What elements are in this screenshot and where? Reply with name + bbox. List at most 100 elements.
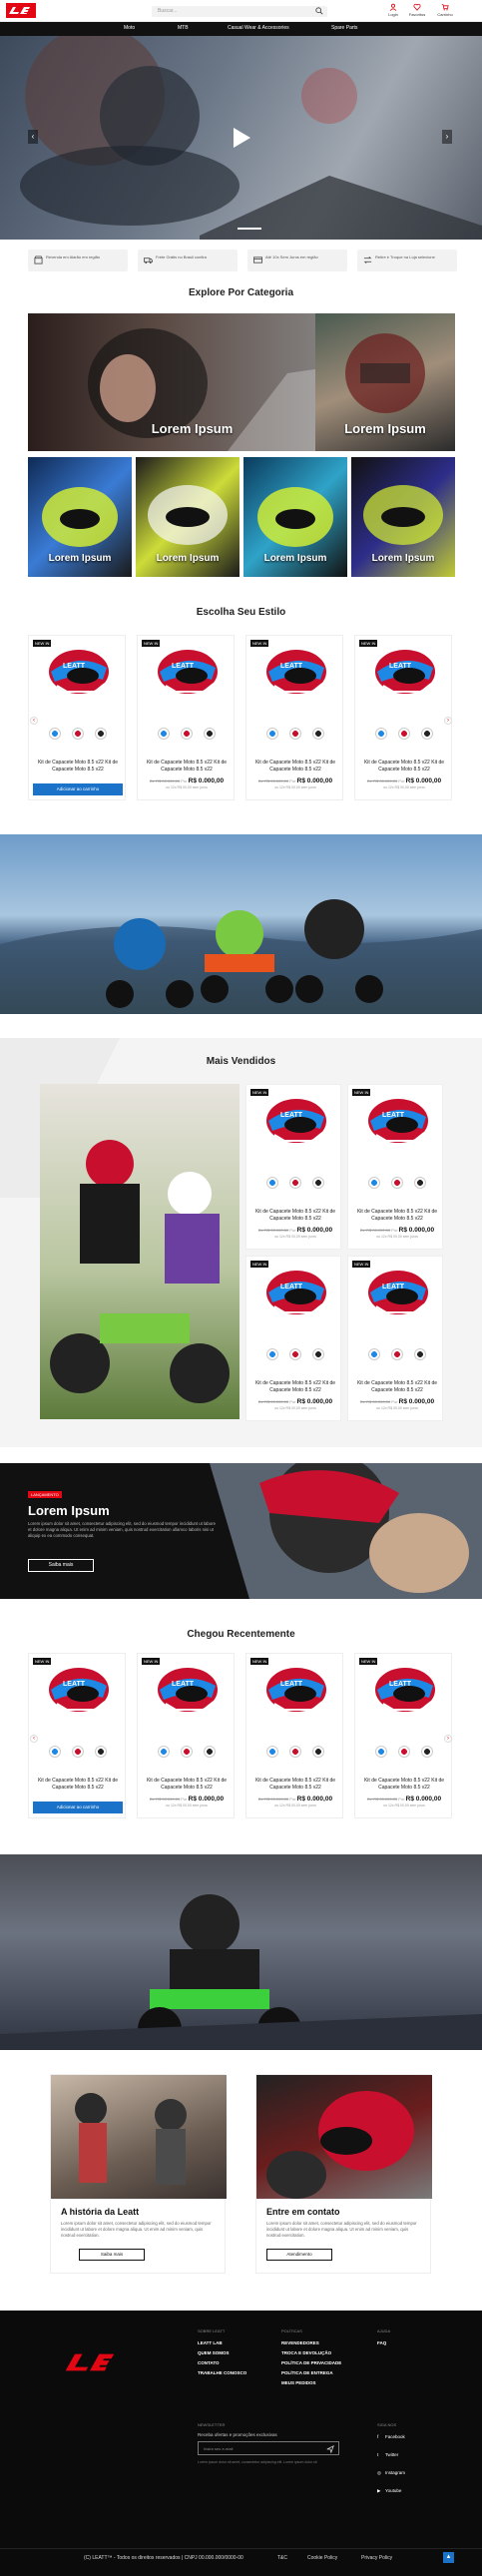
product-card[interactable]: NEW IN LEATT Kit de Capacete Moto 8.5 v2… [354,1653,452,1818]
cart-button[interactable]: Carrinho [435,3,455,17]
color-swatch[interactable] [204,1746,216,1758]
product-title[interactable]: Kit de Capacete Moto 8.5 v22 Kit de Capa… [359,1778,449,1792]
newsletter-email-input[interactable]: Insira seu e-mail [198,2441,339,2455]
hero-next-arrow[interactable]: › [442,130,452,144]
category-card-small[interactable]: Lorem Ipsum [28,457,132,577]
color-swatch[interactable] [398,728,410,740]
login-button[interactable]: Login [383,3,403,17]
color-swatch[interactable] [375,1746,387,1758]
product-title[interactable]: Kit de Capacete Moto 8.5 v22 Kit de Capa… [142,1778,232,1792]
product-card[interactable]: NEW IN LEATT Kit de Capacete Moto 8.5 v2… [28,635,126,800]
footer-link[interactable]: MEUS PEDIDOS [281,2380,316,2385]
footer-link[interactable]: POLÍTICA DE ENTREGA [281,2370,333,2375]
footer-bottom-link[interactable]: Cookie Policy [307,2555,337,2561]
color-swatch[interactable] [289,1746,301,1758]
color-swatch[interactable] [414,1348,426,1360]
carousel-prev-arrow[interactable]: ‹ [30,1735,38,1743]
product-card[interactable]: NEW IN LEATT Kit de Capacete Moto 8.5 v2… [245,1653,343,1818]
product-card[interactable]: NEW IN LEATT Kit de Capacete Moto 8.5 v2… [347,1084,443,1250]
leatt-logo[interactable] [6,3,36,18]
product-title[interactable]: Kit de Capacete Moto 8.5 v22 Kit de Capa… [250,1380,340,1394]
color-swatch[interactable] [414,1177,426,1189]
footer-link[interactable]: QUEM SOMOS [198,2350,230,2355]
color-swatch[interactable] [312,1177,324,1189]
product-title[interactable]: Kit de Capacete Moto 8.5 v22 Kit de Capa… [142,760,232,773]
social-link-instagram[interactable]: ◎ Instagram [377,2470,405,2476]
product-card[interactable]: NEW IN LEATT Kit de Capacete Moto 8.5 v2… [28,1653,126,1818]
color-swatch[interactable] [266,1348,278,1360]
color-swatch[interactable] [158,1746,170,1758]
carousel-prev-arrow[interactable]: ‹ [30,717,38,725]
color-swatch[interactable] [72,728,84,740]
send-icon[interactable] [326,2445,334,2453]
nav-item-mtb[interactable]: MTB [178,25,189,31]
color-swatch[interactable] [375,728,387,740]
color-swatch[interactable] [95,1746,107,1758]
footer-link[interactable]: CONTATO [198,2360,220,2365]
color-swatch[interactable] [289,1177,301,1189]
product-title[interactable]: Kit de Capacete Moto 8.5 v22 Kit de Capa… [250,1778,340,1792]
color-swatch[interactable] [398,1746,410,1758]
play-icon[interactable] [229,126,252,150]
product-title[interactable]: Kit de Capacete Moto 8.5 v22 Kit de Capa… [33,1778,123,1792]
color-swatch[interactable] [391,1348,403,1360]
footer-link[interactable]: LEATT LAB [198,2340,223,2345]
helmet-product-image[interactable]: LEATT [260,1095,330,1149]
social-link-facebook[interactable]: f Facebook [377,2434,405,2439]
nav-item-moto[interactable]: Moto [124,25,135,31]
product-title[interactable]: Kit de Capacete Moto 8.5 v22 Kit de Capa… [33,760,123,773]
favorites-button[interactable]: Favoritos [407,3,427,17]
promo-button[interactable]: Saiba mais [28,1559,94,1572]
back-to-top-button[interactable]: ▲ [443,2552,454,2563]
helmet-product-image[interactable]: LEATT [362,1267,432,1320]
hero-prev-arrow[interactable]: ‹ [28,130,38,144]
carousel-next-arrow[interactable]: › [444,717,452,725]
helmet-product-image[interactable]: LEATT [43,1664,113,1718]
story-button[interactable]: Saiba mais [79,2249,145,2261]
hero-video[interactable]: ‹ › [0,36,482,240]
color-swatch[interactable] [266,1177,278,1189]
social-link-twitter[interactable]: t Twitter [377,2452,398,2457]
footer-link[interactable]: TRABALHE CONOSCO [198,2370,246,2375]
color-swatch[interactable] [368,1348,380,1360]
helmet-product-image[interactable]: LEATT [43,646,113,700]
helmet-product-image[interactable]: LEATT [369,1664,439,1718]
color-swatch[interactable] [158,728,170,740]
color-swatch[interactable] [181,728,193,740]
color-swatch[interactable] [421,728,433,740]
product-title[interactable]: Kit de Capacete Moto 8.5 v22 Kit de Capa… [352,1380,442,1394]
search-input[interactable]: Buscar... [152,6,327,17]
product-card[interactable]: NEW IN LEATT Kit de Capacete Moto 8.5 v2… [245,1084,341,1250]
search-icon[interactable] [315,7,323,15]
product-card[interactable]: NEW IN LEATT Kit de Capacete Moto 8.5 v2… [354,635,452,800]
footer-bottom-link[interactable]: Privacy Policy [361,2555,392,2561]
footer-link[interactable]: POLÍTICA DE PRIVACIDADE [281,2360,341,2365]
color-swatch[interactable] [95,728,107,740]
hero-pagination[interactable] [238,228,261,230]
color-swatch[interactable] [181,1746,193,1758]
color-swatch[interactable] [49,1746,61,1758]
product-card[interactable]: NEW IN LEATT Kit de Capacete Moto 8.5 v2… [245,1256,341,1421]
color-swatch[interactable] [289,1348,301,1360]
product-title[interactable]: Kit de Capacete Moto 8.5 v22 Kit de Capa… [250,760,340,773]
helmet-product-image[interactable]: LEATT [362,1095,432,1149]
color-swatch[interactable] [391,1177,403,1189]
product-title[interactable]: Kit de Capacete Moto 8.5 v22 Kit de Capa… [250,1209,340,1223]
product-card[interactable]: NEW IN LEATT Kit de Capacete Moto 8.5 v2… [137,1653,235,1818]
category-card-small[interactable]: Lorem Ipsum [351,457,455,577]
category-card-large[interactable]: Lorem Ipsum [28,313,356,451]
helmet-product-image[interactable]: LEATT [152,1664,222,1718]
color-swatch[interactable] [312,728,324,740]
product-card[interactable]: NEW IN LEATT Kit de Capacete Moto 8.5 v2… [347,1256,443,1421]
color-swatch[interactable] [312,1746,324,1758]
color-swatch[interactable] [266,1746,278,1758]
carousel-next-arrow[interactable]: › [444,1735,452,1743]
color-swatch[interactable] [368,1177,380,1189]
color-swatch[interactable] [421,1746,433,1758]
helmet-product-image[interactable]: LEATT [152,646,222,700]
footer-link[interactable]: TROCA E DEVOLUÇÃO [281,2350,331,2355]
add-to-cart-button[interactable]: Adicionar ao carrinho [33,1802,123,1813]
leatt-footer-logo[interactable] [58,2348,122,2376]
footer-link[interactable]: REVENDEDORES [281,2340,319,2345]
helmet-product-image[interactable]: LEATT [369,646,439,700]
